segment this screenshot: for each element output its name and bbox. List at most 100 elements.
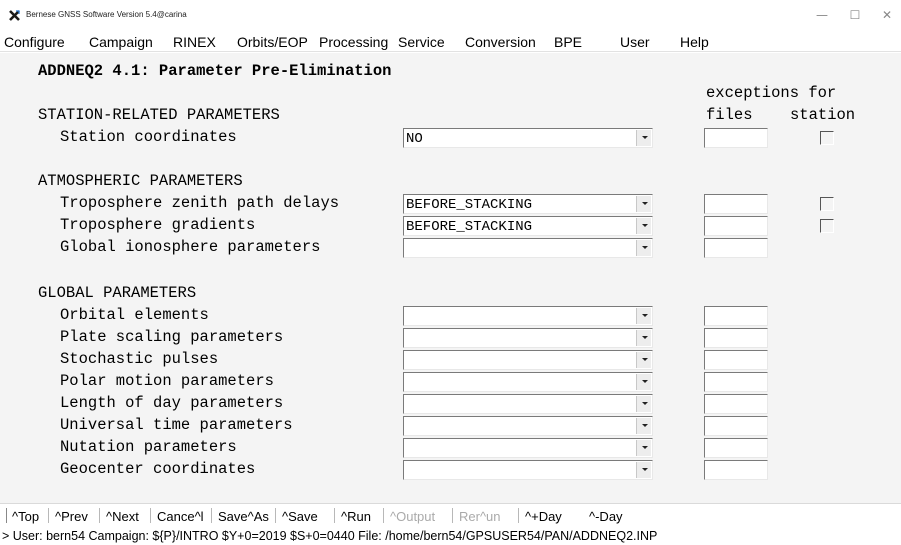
section-heading: STATION-RELATED PARAMETERS — [38, 106, 280, 124]
separator — [334, 508, 335, 523]
separator — [275, 508, 276, 523]
files-exception-input[interactable] — [704, 328, 768, 348]
files-exception-input[interactable] — [704, 372, 768, 392]
select-value: BEFORE_STACKING — [406, 219, 533, 235]
prev-button[interactable]: ^Prev — [55, 509, 88, 524]
files-exception-input[interactable] — [704, 438, 768, 458]
maximize-icon[interactable]: ☐ — [845, 6, 865, 24]
station-coordinates-select[interactable]: NO — [403, 128, 653, 148]
section-heading: ATMOSPHERIC PARAMETERS — [38, 172, 243, 190]
close-icon[interactable]: ✕ — [877, 6, 897, 24]
dropdown-arrow-icon[interactable] — [636, 374, 651, 390]
exceptions-header: exceptions for — [706, 84, 837, 102]
separator — [48, 508, 49, 523]
separator — [99, 508, 100, 523]
input-panel: ADDNEQ2 4.1: Parameter Pre-Elimination e… — [0, 53, 901, 503]
dropdown-arrow-icon[interactable] — [636, 196, 651, 212]
geocenter-coordinates-select[interactable] — [403, 460, 653, 480]
menu-campaign[interactable]: Campaign — [89, 34, 153, 50]
dropdown-arrow-icon[interactable] — [636, 440, 651, 456]
menu-rinex[interactable]: RINEX — [173, 34, 216, 50]
save-button[interactable]: ^Save — [282, 509, 318, 524]
menu-service[interactable]: Service — [398, 34, 445, 50]
rerun-button[interactable]: Rer^un — [459, 509, 501, 524]
x-logo-icon — [9, 10, 20, 21]
troposphere-zpd-select[interactable]: BEFORE_STACKING — [403, 194, 653, 214]
files-column-header: files — [706, 106, 753, 124]
files-exception-input[interactable] — [704, 216, 768, 236]
row-label: Troposphere zenith path delays — [60, 194, 340, 212]
separator — [518, 508, 519, 523]
row-label: Nutation parameters — [60, 438, 237, 456]
row-label: Stochastic pulses — [60, 350, 219, 368]
separator — [452, 508, 453, 523]
cancel-button[interactable]: Cance^l — [157, 509, 204, 524]
nutation-select[interactable] — [403, 438, 653, 458]
files-exception-input[interactable] — [704, 416, 768, 436]
menu-configure[interactable]: Configure — [4, 34, 65, 50]
select-value: BEFORE_STACKING — [406, 197, 533, 213]
menu-user[interactable]: User — [620, 34, 650, 50]
files-exception-input[interactable] — [704, 460, 768, 480]
window-title: Bernese GNSS Software Version 5.4@carina — [26, 10, 187, 19]
separator — [211, 508, 212, 523]
dropdown-arrow-icon[interactable] — [636, 418, 651, 434]
dropdown-arrow-icon[interactable] — [636, 396, 651, 412]
row-label: Troposphere gradients — [60, 216, 256, 234]
global-ionosphere-select[interactable] — [403, 238, 653, 258]
station-exception-checkbox[interactable] — [820, 197, 834, 211]
files-exception-input[interactable] — [704, 350, 768, 370]
dropdown-arrow-icon[interactable] — [636, 308, 651, 324]
dropdown-arrow-icon[interactable] — [636, 130, 651, 146]
station-exception-checkbox[interactable] — [820, 219, 834, 233]
menu-bar: Configure Campaign RINEX Orbits/EOP Proc… — [0, 32, 901, 52]
stochastic-pulses-select[interactable] — [403, 350, 653, 370]
separator — [150, 508, 151, 523]
dropdown-arrow-icon[interactable] — [636, 330, 651, 346]
minimize-icon[interactable]: — — [812, 6, 832, 24]
section-heading: GLOBAL PARAMETERS — [38, 284, 197, 302]
menu-conversion[interactable]: Conversion — [465, 34, 536, 50]
plus-day-button[interactable]: ^+Day — [525, 509, 562, 524]
row-label: Universal time parameters — [60, 416, 293, 434]
length-of-day-select[interactable] — [403, 394, 653, 414]
dropdown-arrow-icon[interactable] — [636, 462, 651, 478]
top-button[interactable]: ^Top — [12, 509, 39, 524]
minus-day-button[interactable]: ^-Day — [589, 509, 623, 524]
save-as-button[interactable]: Save^As — [218, 509, 269, 524]
status-text: > User: bern54 Campaign: ${P}/INTRO $Y+0… — [2, 529, 658, 543]
toolbar-handle — [6, 508, 7, 523]
menu-processing[interactable]: Processing — [319, 34, 388, 50]
dropdown-arrow-icon[interactable] — [636, 352, 651, 368]
status-bar: > User: bern54 Campaign: ${P}/INTRO $Y+0… — [0, 527, 901, 545]
station-column-header: station — [790, 106, 856, 124]
next-button[interactable]: ^Next — [106, 509, 139, 524]
files-exception-input[interactable] — [704, 194, 768, 214]
menu-help[interactable]: Help — [680, 34, 709, 50]
row-label: Polar motion parameters — [60, 372, 274, 390]
row-label: Orbital elements — [60, 306, 209, 324]
button-bar: ^Top ^Prev ^Next Cance^l Save^As ^Save ^… — [0, 503, 901, 527]
panel-title: ADDNEQ2 4.1: Parameter Pre-Elimination — [38, 62, 392, 80]
row-label: Plate scaling parameters — [60, 328, 284, 346]
run-button[interactable]: ^Run — [341, 509, 371, 524]
files-exception-input[interactable] — [704, 238, 768, 258]
menu-orbits-eop[interactable]: Orbits/EOP — [237, 34, 308, 50]
files-exception-input[interactable] — [704, 128, 768, 148]
select-value: NO — [406, 131, 423, 147]
row-label: Global ionosphere parameters — [60, 238, 321, 256]
station-exception-checkbox[interactable] — [820, 131, 834, 145]
plate-scaling-select[interactable] — [403, 328, 653, 348]
universal-time-select[interactable] — [403, 416, 653, 436]
separator — [383, 508, 384, 523]
files-exception-input[interactable] — [704, 306, 768, 326]
menu-bpe[interactable]: BPE — [554, 34, 582, 50]
orbital-elements-select[interactable] — [403, 306, 653, 326]
dropdown-arrow-icon[interactable] — [636, 240, 651, 256]
files-exception-input[interactable] — [704, 394, 768, 414]
troposphere-gradients-select[interactable]: BEFORE_STACKING — [403, 216, 653, 236]
dropdown-arrow-icon[interactable] — [636, 218, 651, 234]
title-bar: Bernese GNSS Software Version 5.4@carina… — [0, 0, 901, 32]
polar-motion-select[interactable] — [403, 372, 653, 392]
output-button[interactable]: ^Output — [390, 509, 435, 524]
